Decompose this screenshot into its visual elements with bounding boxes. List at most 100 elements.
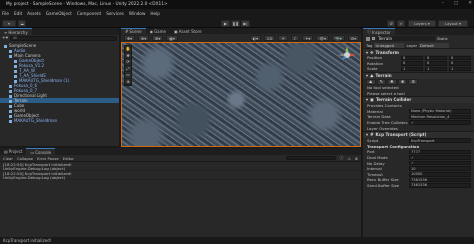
search-icon[interactable]: ⌕	[397, 19, 405, 27]
hierarchy-icon: ≡	[4, 29, 8, 35]
layer-dropdown[interactable]: Default	[419, 42, 450, 48]
local-button[interactable]: ⊞▾	[152, 35, 164, 41]
error-pause-button[interactable]: Error Pause	[37, 156, 59, 161]
menu-services[interactable]: Services	[106, 11, 124, 16]
audio-toggle[interactable]: ♪	[290, 35, 300, 41]
terrain-icon: ⛰	[370, 73, 374, 79]
pivot-button[interactable]: ⊕▾	[138, 35, 150, 41]
close-icon[interactable]: ✕	[468, 1, 472, 6]
shading-button[interactable]: ◐▾	[249, 35, 262, 41]
property-field[interactable]: 7777	[409, 149, 471, 155]
editor-dropdown[interactable]: Editor	[63, 156, 74, 161]
property-label: No Delay	[367, 160, 385, 166]
script-field[interactable]: KcpTransport	[409, 138, 471, 144]
grid-button[interactable]: ▦▾	[166, 35, 178, 41]
hierarchy-tree: SampleScene Audio Main Camera GameObject Pok…	[0, 42, 119, 123]
collider-icon: ▣	[370, 97, 374, 103]
layers-dropdown[interactable]: Layers ▾	[408, 19, 436, 27]
rotation-z-field[interactable]: 0	[449, 61, 471, 66]
menu-edit[interactable]: Edit	[14, 11, 22, 16]
warning-filter-icon[interactable]: ⚠	[347, 156, 350, 161]
account-button[interactable]: ▾	[2, 19, 16, 27]
camera-button[interactable]: 📷▾	[332, 35, 345, 41]
scene-viewport[interactable]	[121, 42, 361, 147]
rotation-x-field[interactable]: 0	[401, 61, 423, 66]
title-bar: My project - SampleScene - Windows, Mac,…	[0, 0, 474, 9]
gizmos-button[interactable]: ⚙▾	[347, 35, 359, 41]
inspector-panel: ⓘ Inspector Terrain Static Tag Untagged L…	[363, 28, 474, 237]
position-y-field[interactable]: 0	[425, 55, 447, 61]
property-field[interactable]: 7361536	[409, 177, 471, 183]
position-z-field[interactable]: 0	[449, 55, 471, 61]
menu-gameobject[interactable]: GameObject	[46, 11, 72, 16]
active-checkbox[interactable]	[372, 37, 375, 40]
static-toggle[interactable]: Static	[437, 36, 448, 41]
kcp-transport-header[interactable]: ▾ # Kcp Transport (Script)	[363, 130, 474, 138]
tab-inspector[interactable]: ⓘ Inspector	[363, 28, 395, 35]
terrain-collider-header[interactable]: ▾ ▣ Terrain Collider	[363, 95, 474, 103]
property-row: Send Buffer Size 7361536	[363, 183, 474, 189]
history-icon[interactable]: ↺	[387, 19, 395, 27]
transform-header[interactable]: ▾ ✥ Transform	[363, 48, 474, 55]
property-field[interactable]: Medium Resolution_4	[409, 114, 471, 120]
menu-help[interactable]: Help	[150, 11, 160, 16]
property-label: Port	[367, 149, 375, 155]
scale-y-field[interactable]: 1	[425, 66, 447, 72]
clear-button[interactable]: Clear	[3, 156, 13, 161]
scale-x-field[interactable]: 1	[401, 66, 423, 72]
tag-dropdown[interactable]: Untagged	[374, 42, 405, 48]
info-filter-icon[interactable]: ⓘ	[340, 155, 344, 161]
rotation-y-field[interactable]: 0	[425, 61, 447, 66]
menu-component[interactable]: Component	[77, 11, 101, 16]
2d-toggle[interactable]: 2D	[264, 35, 276, 41]
hidden-objects-button[interactable]: 👁▾	[316, 35, 330, 41]
position-x-field[interactable]: 0	[401, 55, 423, 61]
step-icon[interactable]: ▶|	[241, 19, 250, 27]
property-field[interactable]: ✓	[409, 160, 471, 166]
script-icon: #	[370, 132, 374, 138]
tab-hierarchy[interactable]: ≡ Hierarchy	[0, 28, 32, 35]
property-label: Provides Contacts	[367, 103, 402, 109]
terrain-raise-tool[interactable]: ⛰	[366, 79, 376, 85]
property-field[interactable]: ✓	[409, 155, 471, 160]
terrain-header[interactable]: ▾ ⛰ Terrain	[363, 71, 474, 79]
scale-z-field[interactable]: 1	[449, 66, 471, 72]
orientation-gizmo-icon[interactable]	[337, 45, 357, 65]
terrain-paint-tool[interactable]: ✎	[376, 79, 387, 85]
property-label: Interval	[367, 166, 382, 172]
terrain-detail-tool[interactable]: ❀	[397, 79, 408, 85]
transform-tool-icon[interactable]: ⊕	[125, 79, 131, 85]
transform-tool-button[interactable]: ✥▾	[124, 35, 136, 41]
add-icon[interactable]: +▾	[2, 36, 8, 41]
status-text: KcpTransport initialized!	[3, 238, 52, 243]
object-header: Terrain Static	[363, 35, 474, 42]
cloud-icon[interactable]: ☁	[18, 19, 26, 27]
minimize-icon[interactable]: –	[442, 1, 444, 6]
console-entry[interactable]: [18:22:50] KcpTransport initialized! Uni…	[0, 171, 361, 180]
lighting-toggle[interactable]: ☀	[278, 35, 288, 41]
error-filter-icon[interactable]: ⊗	[355, 156, 358, 161]
collapse-button[interactable]: Collapse	[17, 156, 33, 161]
pause-icon[interactable]: ❚❚	[231, 19, 240, 27]
tab-console[interactable]: ▭ Console	[26, 148, 56, 155]
menu-window[interactable]: Window	[129, 11, 146, 16]
layout-dropdown[interactable]: Layout ▾	[438, 19, 468, 27]
menu-assets[interactable]: Assets	[27, 11, 41, 16]
tab-project[interactable]: ▤ Project	[0, 148, 26, 155]
maximize-icon[interactable]: □	[454, 1, 458, 6]
object-name-field[interactable]: Terrain	[377, 36, 435, 41]
hierarchy-item[interactable]: MAKAUTG_Shieldman	[0, 118, 119, 123]
property-field[interactable]: 10	[409, 166, 471, 171]
effects-button[interactable]: ✦▾	[302, 35, 314, 41]
property-field[interactable]: 7361536	[409, 183, 471, 188]
menu-file[interactable]: File	[2, 11, 9, 16]
terrain-settings-tool[interactable]: ⚙	[408, 79, 419, 85]
tab-asset-store-label: Asset Store	[178, 28, 202, 34]
console-search-input[interactable]	[285, 155, 336, 161]
play-icon[interactable]: ▶	[221, 19, 230, 27]
property-field[interactable]: 10000	[409, 172, 471, 177]
property-field[interactable]: None (Physic Material)	[409, 109, 471, 114]
hierarchy-search-input[interactable]: All	[10, 36, 117, 41]
property-field[interactable]: ✓	[409, 120, 471, 125]
terrain-tree-tool[interactable]: ♣	[387, 79, 397, 85]
